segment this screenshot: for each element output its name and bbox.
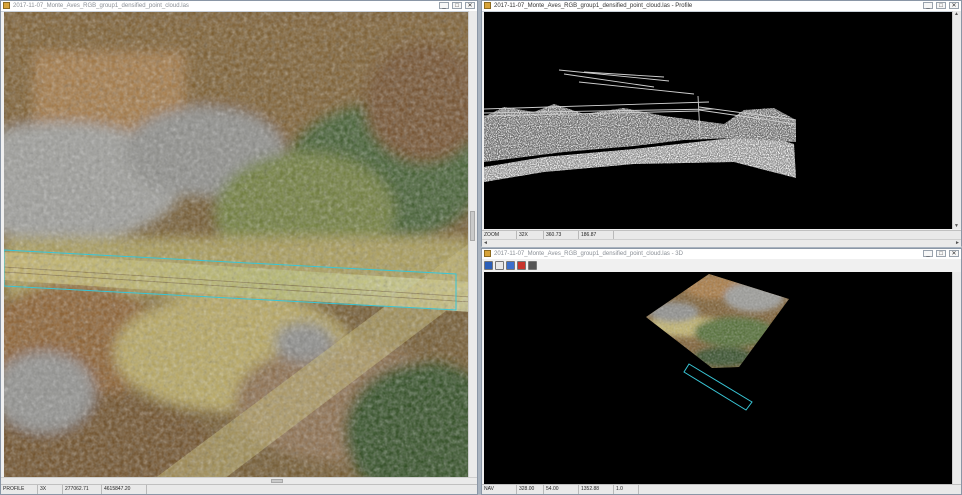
plan-view-vscroll[interactable]: [468, 11, 477, 478]
status-value-1: 328.00: [517, 485, 544, 494]
plan-view-canvas[interactable]: [4, 12, 471, 479]
view3d-statusbar: NAV 328.00 54.00 1352.88 1.0: [482, 484, 961, 494]
view3d-window: 2017-11-07_Monte_Aves_RGB_group1_densifi…: [481, 248, 962, 495]
profile-titlebar[interactable]: 2017-11-07_Monte_Aves_RGB_group1_densifi…: [482, 1, 961, 12]
home-icon[interactable]: [484, 260, 493, 270]
zoom-icon[interactable]: [517, 260, 526, 270]
status-value-2: 54.00: [544, 485, 579, 494]
status-mode: PROFILE: [1, 485, 38, 494]
close-button[interactable]: ✕: [949, 250, 959, 257]
rotate-icon[interactable]: [495, 260, 504, 270]
status-mode: NAV: [482, 485, 517, 494]
minimize-button[interactable]: _: [923, 2, 933, 9]
maximize-button[interactable]: □: [936, 2, 946, 9]
view3d-toolbar: [482, 259, 961, 271]
status-x-coordinate: 277062.71: [63, 485, 102, 494]
status-value-4: 1.0: [614, 485, 639, 494]
view3d-canvas[interactable]: [484, 272, 952, 484]
profile-vscroll[interactable]: ▲ ▼: [952, 11, 961, 229]
pan-icon[interactable]: [506, 260, 515, 270]
profile-window: 2017-11-07_Monte_Aves_RGB_group1_densifi…: [481, 0, 962, 247]
app-icon: [3, 2, 10, 9]
minimize-button[interactable]: _: [439, 2, 449, 9]
grid-icon[interactable]: [528, 260, 537, 270]
plan-view-title: 2017-11-07_Monte_Aves_RGB_group1_densifi…: [13, 3, 189, 9]
close-button[interactable]: ✕: [465, 2, 475, 9]
status-value-3: 1352.88: [579, 485, 614, 494]
minimize-button[interactable]: _: [923, 250, 933, 257]
maximize-button[interactable]: □: [452, 2, 462, 9]
close-button[interactable]: ✕: [949, 2, 959, 9]
view3d-title: 2017-11-07_Monte_Aves_RGB_group1_densifi…: [494, 251, 683, 257]
profile-canvas[interactable]: [484, 12, 952, 229]
profile-hscroll[interactable]: ◄ ►: [482, 239, 961, 247]
profile-title: 2017-11-07_Monte_Aves_RGB_group1_densifi…: [494, 3, 693, 9]
status-zoom: 3X: [38, 485, 63, 494]
view3d-vscroll[interactable]: [952, 272, 961, 484]
status-y-coordinate: 4615847.20: [102, 485, 147, 494]
plan-view-statusbar: PROFILE 3X 277062.71 4615847.20: [1, 484, 477, 494]
app-icon: [484, 2, 491, 9]
plan-view-titlebar[interactable]: 2017-11-07_Monte_Aves_RGB_group1_densifi…: [1, 1, 477, 12]
maximize-button[interactable]: □: [936, 250, 946, 257]
app-icon: [484, 250, 491, 257]
plan-view-window: 2017-11-07_Monte_Aves_RGB_group1_densifi…: [0, 0, 478, 495]
